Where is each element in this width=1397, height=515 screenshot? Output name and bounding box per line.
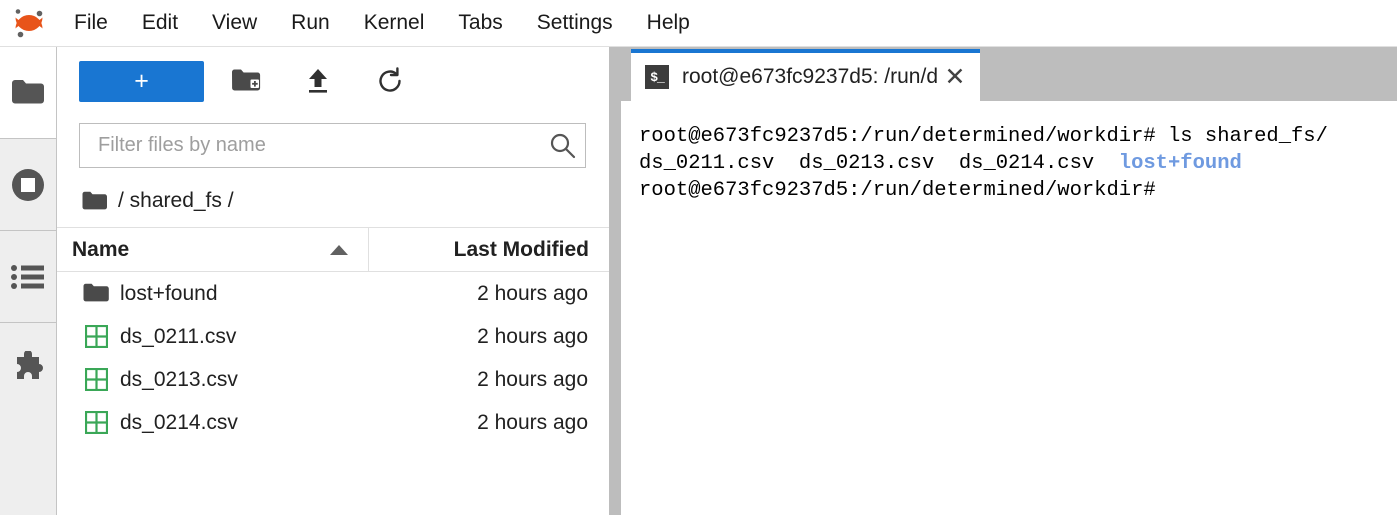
terminal-line: root@e673fc9237d5:/run/determined/workdi… (639, 123, 1397, 150)
menu-items: File Edit View Run Kernel Tabs Settings … (57, 6, 707, 40)
sidebar-rail (0, 47, 57, 515)
search-icon (550, 133, 575, 158)
tab-terminal[interactable]: $_ root@e673fc9237d5: /run/d ✕ (631, 49, 980, 101)
tab-title: root@e673fc9237d5: /run/d (682, 65, 938, 88)
sidebar-item-file-browser[interactable] (0, 47, 56, 138)
menu-item-help[interactable]: Help (630, 6, 707, 40)
menu-item-tabs[interactable]: Tabs (441, 6, 519, 40)
menu-bar: File Edit View Run Kernel Tabs Settings … (0, 0, 1397, 47)
file-browser-panel: + Filter files by name / shared_fs / Nam… (57, 47, 609, 515)
dock-tab-bar: $_ root@e673fc9237d5: /run/d ✕ (621, 47, 1397, 101)
puzzle-icon (17, 350, 43, 379)
menu-item-file[interactable]: File (57, 6, 125, 40)
jupyter-logo[interactable] (0, 0, 57, 46)
folder-icon (11, 79, 44, 103)
file-modified: 2 hours ago (477, 324, 588, 348)
file-modified: 2 hours ago (477, 367, 588, 391)
table-row[interactable]: ds_0214.csv 2 hours ago (57, 401, 609, 444)
column-header-last-modified[interactable]: Last Modified (369, 228, 609, 272)
terminal-line: ds_0211.csv ds_0213.csv ds_0214.csv lost… (639, 150, 1397, 177)
file-name: ds_0213.csv (120, 367, 238, 391)
breadcrumb[interactable]: / shared_fs / (57, 175, 609, 227)
menu-item-run[interactable]: Run (274, 6, 347, 40)
table-row[interactable]: lost+found 2 hours ago (57, 272, 609, 315)
menu-item-view[interactable]: View (195, 6, 274, 40)
file-modified: 2 hours ago (477, 410, 588, 434)
csv-icon (72, 411, 120, 434)
breadcrumb-path[interactable]: / shared_fs / (118, 189, 234, 213)
table-row[interactable]: ds_0213.csv 2 hours ago (57, 358, 609, 401)
file-browser-toolbar: + (57, 47, 609, 115)
file-name: lost+found (120, 281, 218, 305)
refresh-icon (379, 67, 401, 92)
close-icon[interactable]: ✕ (942, 64, 968, 90)
terminal-output[interactable]: root@e673fc9237d5:/run/determined/workdi… (621, 101, 1397, 515)
csv-icon (72, 325, 120, 348)
terminal-directory-name: lost+found (1118, 152, 1242, 175)
csv-icon (72, 368, 120, 391)
folder-icon[interactable] (82, 191, 107, 212)
refresh-button[interactable] (364, 59, 416, 103)
file-modified: 2 hours ago (477, 281, 588, 305)
panel-splitter[interactable] (609, 47, 621, 515)
sidebar-item-table-of-contents[interactable] (0, 231, 56, 322)
filter-box[interactable] (79, 122, 586, 168)
new-folder-button[interactable] (220, 59, 272, 103)
file-list-header: Name Last Modified (57, 227, 609, 272)
filter-input[interactable] (80, 133, 539, 157)
table-row[interactable]: ds_0211.csv 2 hours ago (57, 315, 609, 358)
folder-icon (72, 283, 120, 304)
sidebar-item-extension-manager[interactable] (0, 323, 56, 414)
jupyter-logo-icon (15, 9, 42, 38)
upload-icon (309, 69, 327, 93)
new-launcher-button[interactable]: + (79, 60, 204, 102)
file-filter-row (57, 115, 609, 175)
terminal-prompt: root@e673fc9237d5:/run/determined/workdi… (639, 179, 1156, 202)
column-header-name[interactable]: Name (57, 227, 369, 272)
file-list: lost+found 2 hours ago ds_0211.csv 2 hou… (57, 272, 609, 515)
new-folder-icon (232, 69, 261, 91)
search-button[interactable] (539, 132, 585, 159)
sidebar-item-running-sessions[interactable] (0, 139, 56, 230)
column-label-last-modified: Last Modified (453, 237, 589, 261)
main-dock-area: $_ root@e673fc9237d5: /run/d ✕ root@e673… (621, 47, 1397, 515)
menu-item-kernel[interactable]: Kernel (347, 6, 442, 40)
file-name: ds_0214.csv (120, 410, 238, 434)
terminal-text: root@e673fc9237d5:/run/determined/workdi… (639, 125, 1328, 148)
menu-item-edit[interactable]: Edit (125, 6, 195, 40)
terminal-icon: $_ (645, 65, 669, 89)
list-icon (11, 264, 44, 289)
file-name: ds_0211.csv (120, 324, 237, 348)
plus-icon: + (134, 66, 149, 95)
sort-ascending-icon (330, 244, 348, 255)
terminal-line: root@e673fc9237d5:/run/determined/workdi… (639, 177, 1397, 204)
upload-button[interactable] (292, 59, 344, 103)
terminal-text: ds_0211.csv ds_0213.csv ds_0214.csv (639, 152, 1119, 175)
running-terminals-icon (12, 168, 44, 201)
menu-item-settings[interactable]: Settings (520, 6, 630, 40)
column-label-name: Name (72, 237, 130, 261)
